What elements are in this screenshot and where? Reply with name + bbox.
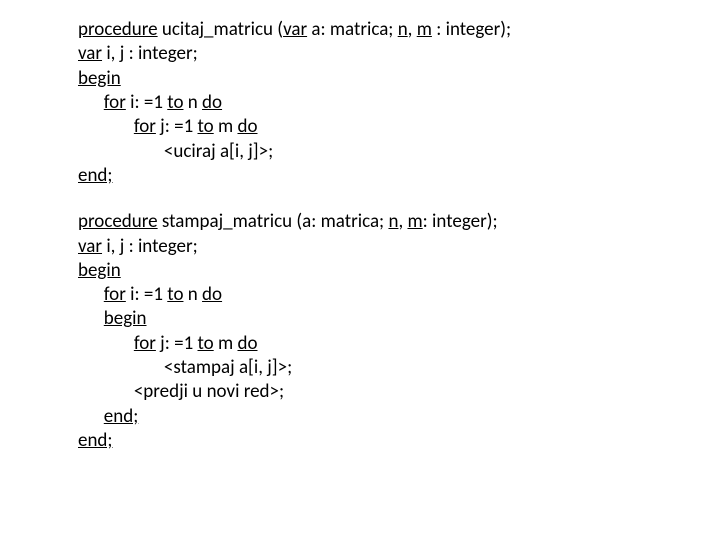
proc1-for-j: for j: =1 to m do: [78, 115, 720, 139]
proc2-inner-end: end;: [78, 405, 720, 429]
proc2-stampaj: <stampaj a[i, j]>;: [78, 356, 720, 380]
proc2-var: var i, j : integer;: [78, 235, 720, 259]
proc2-begin: begin: [78, 259, 720, 283]
proc2-header: procedure stampaj_matricu (a: matrica; n…: [78, 210, 720, 234]
section-gap: [78, 188, 720, 210]
proc2-inner-begin: begin: [78, 307, 720, 331]
proc1-body: <uciraj a[i, j]>;: [78, 140, 720, 164]
proc2-predji: <predji u novi red>;: [78, 380, 720, 404]
proc1-end: end;: [78, 164, 720, 188]
proc1-for-i: for i: =1 to n do: [78, 91, 720, 115]
code-page: procedure ucitaj_matricu (var a: matrica…: [0, 0, 720, 453]
proc1-begin: begin: [78, 67, 720, 91]
proc1-header: procedure ucitaj_matricu (var a: matrica…: [78, 18, 720, 42]
proc2-end: end;: [78, 429, 720, 453]
proc1-var: var i, j : integer;: [78, 42, 720, 66]
proc2-for-i: for i: =1 to n do: [78, 283, 720, 307]
proc2-for-j: for j: =1 to m do: [78, 332, 720, 356]
